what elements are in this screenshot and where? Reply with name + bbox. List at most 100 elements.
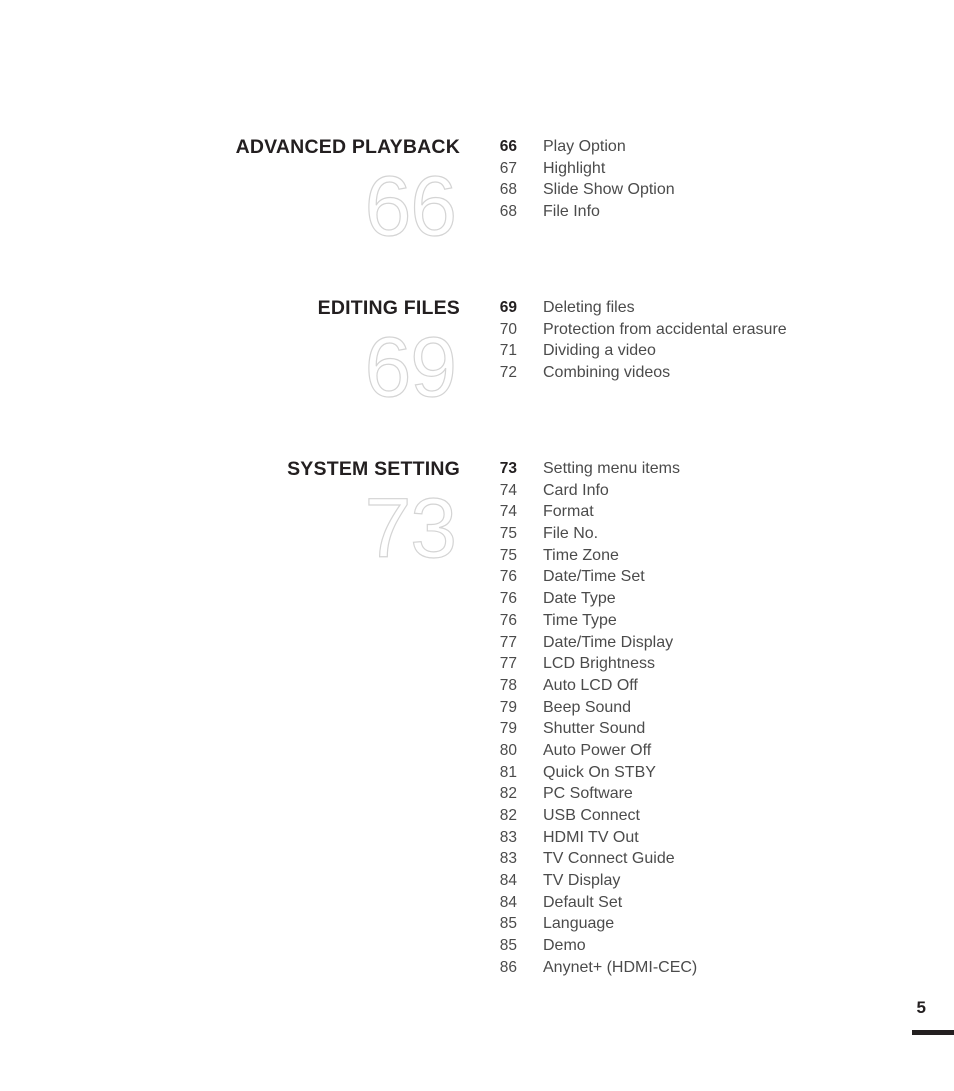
section-left-column: EDITING FILES 69	[0, 297, 460, 414]
toc-entry-page-number: 81	[499, 763, 517, 781]
toc-entry-label: Date/Time Set	[543, 568, 645, 586]
toc-entry[interactable]: 66 Play Option	[470, 136, 675, 158]
toc-entry[interactable]: 69 Deleting files	[470, 297, 787, 319]
toc-entry[interactable]: 85 Language	[470, 913, 697, 935]
toc-entry-page-number: 71	[499, 342, 517, 360]
toc-entry[interactable]: 81 Quick On STBY	[470, 762, 697, 784]
toc-entry-page-number: 83	[499, 828, 517, 846]
toc-entry-page-number: 76	[499, 611, 517, 629]
toc-entry[interactable]: 79 Beep Sound	[470, 697, 697, 719]
toc-entry-label: Setting menu items	[543, 460, 680, 477]
toc-entry[interactable]: 77 LCD Brightness	[470, 653, 697, 675]
toc-entry-label: Card Info	[543, 481, 609, 499]
toc-entry[interactable]: 74 Format	[470, 501, 697, 523]
toc-entry-page-number: 68	[499, 203, 517, 221]
toc-entry-label: Language	[543, 915, 615, 933]
folio-rule	[912, 1030, 954, 1035]
toc-entry-label: Default Set	[543, 893, 623, 911]
toc-entry-label: Anynet+ (HDMI-CEC)	[543, 958, 698, 976]
toc-entry[interactable]: 76 Date Type	[470, 588, 697, 610]
toc-entry-label: Shutter Sound	[543, 720, 646, 738]
toc-entry-page-number: 79	[499, 720, 517, 738]
section-ghost-numeral: 69	[364, 320, 458, 414]
toc-entry-label: USB Connect	[543, 807, 640, 824]
toc-entry[interactable]: 70 Protection from accidental erasure	[470, 319, 787, 341]
section-entry-list: 66 Play Option 67 Highlight 68 Slide Show Opt…	[470, 136, 675, 223]
toc-entry[interactable]: 86 Anynet+ (HDMI-CEC)	[470, 957, 698, 979]
toc-entry[interactable]: 83 TV Connect Guide	[470, 848, 697, 870]
toc-entry-label: PC Software	[543, 785, 633, 803]
toc-entry-label: Play Option	[543, 138, 626, 155]
toc-entry[interactable]: 79 Shutter Sound	[470, 718, 697, 740]
toc-entry-label: TV Connect Guide	[543, 850, 675, 868]
toc-entry[interactable]: 84 Default Set	[470, 892, 697, 914]
toc-entry-page-number: 82	[499, 807, 517, 824]
toc-entry-page-number: 68	[499, 181, 517, 199]
section-left-column: ADVANCED PLAYBACK 66	[0, 136, 460, 253]
toc-entry-label: Slide Show Option	[543, 181, 675, 199]
toc-page: ADVANCED PLAYBACK 66 66 Play Option 67 Highli…	[0, 0, 954, 1091]
toc-entry-label: Deleting files	[543, 299, 635, 316]
toc-entry-page-number: 79	[499, 698, 517, 716]
toc-entry[interactable]: 72 Combining videos	[470, 362, 787, 384]
toc-entry-page-number: 76	[499, 590, 517, 608]
toc-entry-page-number: 85	[499, 915, 517, 933]
section-ghost-numeral: 73	[364, 481, 458, 575]
toc-entry[interactable]: 68 File Info	[470, 201, 675, 223]
toc-entry-page-number: 85	[499, 937, 517, 955]
toc-entry-label: File Info	[543, 203, 600, 221]
toc-entry[interactable]: 67 Highlight	[470, 158, 675, 180]
toc-entry[interactable]: 78 Auto LCD Off	[470, 675, 697, 697]
section-heading: SYSTEM SETTING	[287, 458, 460, 480]
toc-entry[interactable]: 76 Date/Time Set	[470, 566, 697, 588]
toc-entry-page-number: 77	[499, 633, 517, 651]
toc-entry[interactable]: 75 File No.	[470, 523, 697, 545]
section-heading: EDITING FILES	[317, 297, 460, 319]
section-entry-list: 69 Deleting files 70 Protection from accide…	[470, 297, 787, 384]
toc-entry-page-number: 74	[499, 481, 517, 499]
toc-entry[interactable]: 84 TV Display	[470, 870, 697, 892]
toc-entry-label: Auto LCD Off	[543, 676, 638, 694]
toc-entry[interactable]: 75 Time Zone	[470, 545, 697, 567]
toc-entry-page-number: 66	[499, 138, 517, 155]
toc-entry[interactable]: 74 Card Info	[470, 480, 697, 502]
toc-entry-label: Time Type	[543, 611, 617, 629]
toc-entry[interactable]: 82 PC Software	[470, 783, 697, 805]
toc-entry-page-number: 73	[499, 460, 517, 477]
toc-entry[interactable]: 68 Slide Show Option	[470, 179, 675, 201]
toc-entry[interactable]: 76 Time Type	[470, 610, 697, 632]
toc-entry[interactable]: 80 Auto Power Off	[470, 740, 697, 762]
toc-entry-label: TV Display	[543, 872, 621, 890]
folio-number: 5	[916, 998, 926, 1017]
toc-entry-label: Time Zone	[543, 546, 619, 564]
toc-entry[interactable]: 82 USB Connect	[470, 805, 697, 827]
toc-entry-page-number: 69	[499, 299, 517, 316]
toc-entry-page-number: 80	[499, 741, 517, 759]
toc-entry-label: Date Type	[543, 590, 616, 608]
toc-entry-page-number: 72	[499, 364, 517, 382]
toc-entry-label: Auto Power Off	[543, 741, 652, 759]
toc-entry-page-number: 83	[499, 850, 517, 868]
toc-entry-page-number: 76	[499, 568, 517, 586]
toc-entry-label: Date/Time Display	[543, 633, 674, 651]
toc-entry-label: Protection from accidental erasure	[543, 320, 787, 338]
toc-entry-page-number: 67	[499, 159, 517, 177]
toc-entry-page-number: 75	[499, 546, 517, 564]
toc-entry[interactable]: 85 Demo	[470, 935, 697, 957]
section-ghost-numeral: 66	[364, 159, 458, 253]
toc-entry-page-number: 82	[499, 785, 517, 803]
toc-entry[interactable]: 83 HDMI TV Out	[470, 827, 697, 849]
toc-entry-page-number: 75	[499, 525, 517, 543]
toc-entry-label: Combining videos	[543, 364, 671, 382]
toc-entry-page-number: 84	[499, 893, 517, 911]
toc-entry-page-number: 86	[499, 958, 517, 976]
toc-entry[interactable]: 71 Dividing a video	[470, 340, 787, 362]
toc-entry-label: Format	[543, 503, 594, 521]
toc-entry-page-number: 74	[499, 503, 517, 521]
toc-entry-label: Quick On STBY	[543, 763, 656, 781]
toc-entry[interactable]: 73 Setting menu items	[470, 458, 697, 480]
section-entry-list: 73 Setting menu items 74 Card Info 74 Format 7…	[470, 458, 698, 979]
toc-entry[interactable]: 77 Date/Time Display	[470, 632, 697, 654]
toc-entry-label: Demo	[543, 937, 586, 955]
toc-entry-label: Highlight	[543, 159, 606, 177]
